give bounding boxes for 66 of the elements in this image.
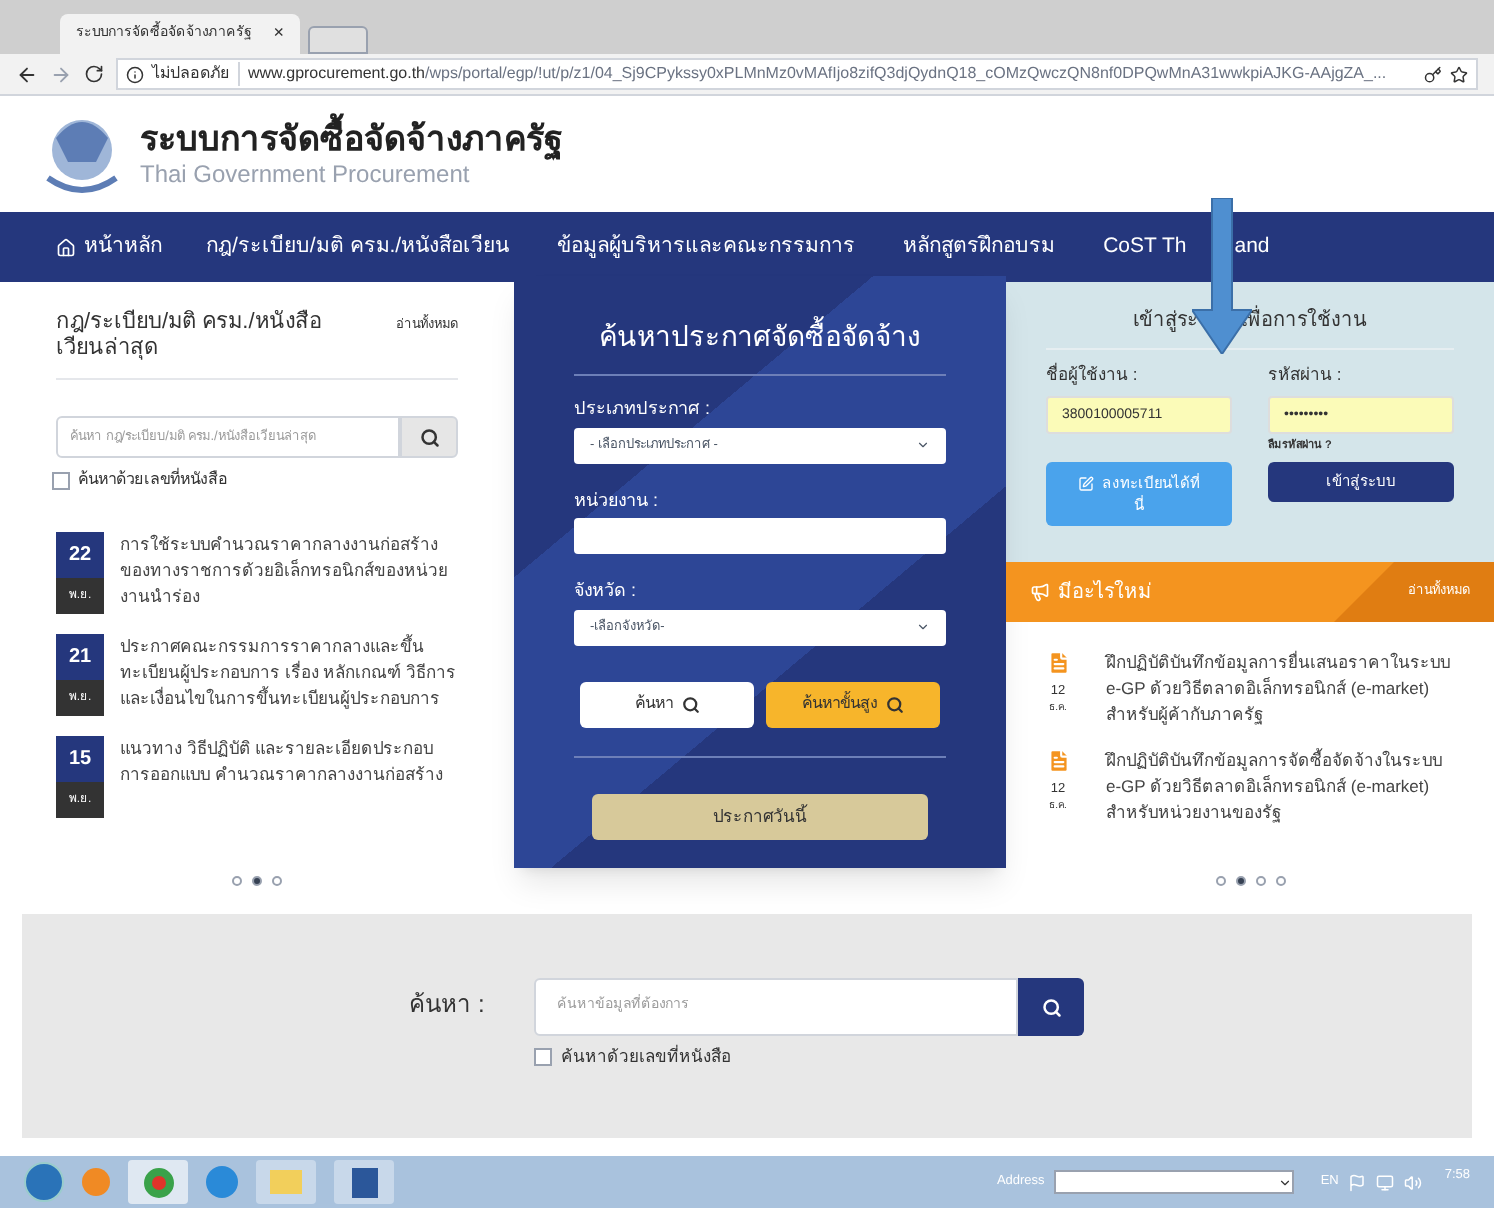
search-icon: [419, 427, 439, 447]
search-icon: [886, 695, 904, 713]
document-taskbar-icon[interactable]: [334, 1160, 394, 1204]
law-link[interactable]: ประกาศคณะกรรมการราคากลางและขึ้นทะเบียนผู้ประกอบการ เรื่อง หลักเกณฑ์ วิธีการและเงื่อนไขในการขึ้นทะเบียนผู้ประกอบการ: [120, 634, 458, 716]
megaphone-icon: [1030, 582, 1050, 602]
site-subtitle: Thai Government Procurement: [140, 160, 470, 188]
tab-close-button[interactable]: ×: [273, 20, 284, 48]
edit-icon: [1078, 475, 1094, 491]
search-button[interactable]: [400, 416, 458, 458]
news-title: มีอะไรใหม่: [1058, 578, 1152, 607]
site-search-label: ค้นหา :: [409, 988, 485, 1022]
back-icon[interactable]: [16, 63, 38, 85]
forward-icon[interactable]: [50, 63, 72, 85]
nav-link[interactable]: กฎ/ระเบียบ/มติ ครม./หนังสือเวียน: [206, 231, 510, 263]
search-icon: [1041, 997, 1062, 1017]
network-icon[interactable]: [1376, 1173, 1395, 1191]
nav-link[interactable]: and: [1234, 231, 1270, 263]
home-icon: [56, 237, 76, 257]
search-button[interactable]: ค้นหา: [580, 681, 754, 727]
start-button[interactable]: [24, 1162, 64, 1202]
flag-icon[interactable]: [1348, 1173, 1367, 1191]
checkbox-label: ค้นหาด้วยเลขที่หนังสือ: [78, 468, 228, 492]
section-title: กฎ/ระเบียบ/มติ ครม./หนังสือเวียนล่าสุด: [56, 310, 325, 362]
dropdown-icon: [916, 620, 930, 634]
volume-icon[interactable]: [1404, 1173, 1423, 1191]
field-label: หน่วยงาน :: [574, 487, 661, 513]
document-icon: [1045, 748, 1071, 774]
advanced-search-button[interactable]: ค้นหาขั้นสูง: [766, 681, 940, 727]
browser-taskbar-icon[interactable]: [128, 1160, 188, 1204]
news-link[interactable]: ฝึกปฏิบัติบันทึกข้อมูลการยื่นเสนอราคาในระบบ e-GP ด้วยวิธีตลาดอิเล็กทรอนิกส์ (e-market) สำหรับผู้ค้ากับภาครัฐ: [1106, 650, 1454, 728]
security-label: ไม่ปลอดภัย: [152, 62, 230, 86]
law-link[interactable]: การใช้ระบบคำนวณราคากลางงานก่อสร้างของทางราชการด้วยอิเล็กทรอนิกส์ของหน่วยงานนำร่อง: [120, 532, 458, 614]
date-day: 15: [56, 736, 104, 782]
address-toolbar-field[interactable]: [1054, 1170, 1295, 1194]
dropdown-icon: [1278, 1175, 1293, 1189]
law-link[interactable]: แนวทาง วิธีปฏิบัติ และรายละเอียดประกอบการออกแบบ คำนวณราคากลางงานก่อสร้าง: [120, 736, 458, 818]
date-day: 21: [56, 634, 104, 680]
document-icon: [1045, 650, 1071, 676]
agency-field[interactable]: [574, 518, 946, 554]
key-icon: [1424, 65, 1442, 83]
login-title: เข้าสู่ระ: [1133, 307, 1197, 336]
nav-link[interactable]: หน้าหลัก: [56, 231, 162, 263]
password-label: รหัสผ่าน :: [1268, 362, 1344, 388]
date-day: 22: [56, 532, 104, 578]
checkbox-label: ค้นหาด้วยเลขที่หนังสือ: [560, 1044, 731, 1070]
search-icon: [681, 695, 699, 713]
url-text: www.gprocurement.go.th/wps/portal/egp/!ut/p/z1/04_Sj9CPykssy0xPLMnMz0vMAfIjo8zifQ3djQydnQ18_cOMzQwczQN8nf0DPQwMnA31wwkpiAJKG-AAjgZA_...: [238, 62, 1387, 86]
address-field[interactable]: ไม่ปลอดภัย www.gprocurement.go.th/wps/portal/egp/!ut/p/z1/04_Sj9CPykssy0xPLMnMz0vMAfIjo8zifQ3djQydnQ18_cOMzQwczQN8nf0DPQwMnA31wwkpiAJKG-AAjgZA_...: [116, 58, 1478, 90]
checkbox[interactable]: [534, 1047, 553, 1066]
star-icon[interactable]: [1450, 65, 1468, 83]
nav-link[interactable]: CoST Th: [1103, 231, 1187, 263]
field-label: ประเภทประกาศ :: [574, 396, 713, 422]
search-button[interactable]: [1018, 978, 1085, 1036]
dropdown-icon: [916, 438, 930, 452]
panel-title: ค้นหาประกาศจัดซื้อจัดจ้าง: [574, 316, 946, 376]
checkbox[interactable]: [52, 471, 70, 489]
login-title: เพื่อการใช้งาน: [1241, 306, 1367, 336]
info-icon: [126, 65, 144, 83]
new-tab-button[interactable]: [308, 26, 368, 54]
field-label: จังหวัด :: [574, 578, 639, 604]
news-link[interactable]: ฝึกปฏิบัติบันทึกข้อมูลการจัดซื้อจัดจ้างในระบบ e-GP ด้วยวิธีตลาดอิเล็กทรอนิกส์ (e-market) สำหรับหน่วยงานของรัฐ: [1106, 748, 1454, 826]
nav-link[interactable]: หลักสูตรฝึกอบรม: [903, 231, 1056, 263]
username-label: ชื่อผู้ใช้งาน :: [1046, 362, 1140, 388]
nav-link[interactable]: ข้อมูลผู้บริหารและคณะกรรมการ: [557, 231, 856, 263]
today-announcements-button[interactable]: ประกาศวันนี้: [592, 793, 928, 839]
reload-icon[interactable]: [84, 64, 104, 84]
